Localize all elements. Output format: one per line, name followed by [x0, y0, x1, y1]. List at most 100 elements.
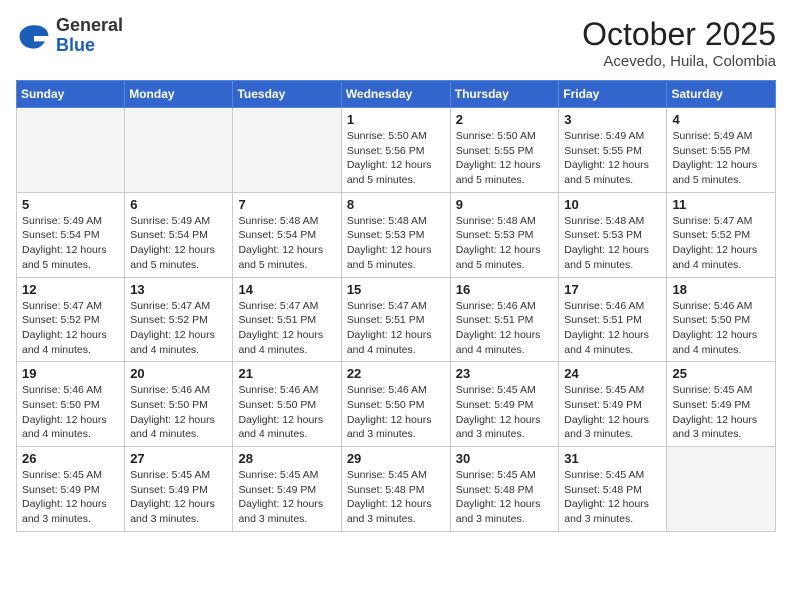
- day-number: 29: [347, 451, 445, 466]
- calendar-body: 1 Sunrise: 5:50 AM Sunset: 5:56 PM Daylig…: [17, 108, 776, 532]
- day-info: Sunrise: 5:48 AM Sunset: 5:53 PM Dayligh…: [347, 214, 445, 273]
- day-info: Sunrise: 5:46 AM Sunset: 5:51 PM Dayligh…: [456, 299, 554, 358]
- day-number: 5: [22, 197, 119, 212]
- day-cell: 14 Sunrise: 5:47 AM Sunset: 5:51 PM Dayli…: [233, 277, 341, 362]
- logo-general-text: General: [56, 16, 123, 36]
- day-info: Sunrise: 5:45 AM Sunset: 5:49 PM Dayligh…: [130, 468, 227, 527]
- day-cell: 11Sunrise: 5:47 AM Sunset: 5:52 PM Dayli…: [667, 192, 776, 277]
- day-info: Sunrise: 5:45 AM Sunset: 5:48 PM Dayligh…: [347, 468, 445, 527]
- day-number: 1: [347, 112, 445, 127]
- calendar-table: SundayMondayTuesdayWednesdayThursdayFrid…: [16, 80, 776, 532]
- day-cell: [125, 108, 233, 193]
- day-cell: 3 Sunrise: 5:49 AM Sunset: 5:55 PM Daylig…: [559, 108, 667, 193]
- day-info: Sunrise: 5:47 AM Sunset: 5:51 PM Dayligh…: [238, 299, 335, 358]
- week-row-3: 12 Sunrise: 5:47 AM Sunset: 5:52 PM Dayli…: [17, 277, 776, 362]
- day-info: Sunrise: 5:46 AM Sunset: 5:50 PM Dayligh…: [672, 299, 770, 358]
- day-info: Sunrise: 5:45 AM Sunset: 5:49 PM Dayligh…: [238, 468, 335, 527]
- day-info: Sunrise: 5:49 AM Sunset: 5:54 PM Dayligh…: [130, 214, 227, 273]
- day-number: 28: [238, 451, 335, 466]
- day-number: 3: [564, 112, 661, 127]
- day-number: 19: [22, 366, 119, 381]
- day-cell: 31Sunrise: 5:45 AM Sunset: 5:48 PM Dayli…: [559, 447, 667, 532]
- day-number: 12: [22, 282, 119, 297]
- day-cell: 20 Sunrise: 5:46 AM Sunset: 5:50 PM Dayli…: [125, 362, 233, 447]
- day-cell: 4Sunrise: 5:49 AM Sunset: 5:55 PM Daylig…: [667, 108, 776, 193]
- day-cell: 25Sunrise: 5:45 AM Sunset: 5:49 PM Dayli…: [667, 362, 776, 447]
- day-cell: 9Sunrise: 5:48 AM Sunset: 5:53 PM Daylig…: [450, 192, 559, 277]
- day-number: 7: [238, 197, 335, 212]
- day-number: 22: [347, 366, 445, 381]
- day-number: 27: [130, 451, 227, 466]
- day-number: 21: [238, 366, 335, 381]
- day-cell: 5 Sunrise: 5:49 AM Sunset: 5:54 PM Daylig…: [17, 192, 125, 277]
- calendar-header: SundayMondayTuesdayWednesdayThursdayFrid…: [17, 81, 776, 108]
- day-number: 10: [564, 197, 661, 212]
- day-info: Sunrise: 5:46 AM Sunset: 5:50 PM Dayligh…: [238, 383, 335, 442]
- day-info: Sunrise: 5:48 AM Sunset: 5:53 PM Dayligh…: [456, 214, 554, 273]
- day-info: Sunrise: 5:45 AM Sunset: 5:49 PM Dayligh…: [22, 468, 119, 527]
- day-info: Sunrise: 5:45 AM Sunset: 5:49 PM Dayligh…: [564, 383, 661, 442]
- day-cell: 24 Sunrise: 5:45 AM Sunset: 5:49 PM Dayli…: [559, 362, 667, 447]
- day-number: 6: [130, 197, 227, 212]
- logo-blue-text: Blue: [56, 36, 123, 56]
- day-info: Sunrise: 5:48 AM Sunset: 5:53 PM Dayligh…: [564, 214, 661, 273]
- week-row-1: 1 Sunrise: 5:50 AM Sunset: 5:56 PM Daylig…: [17, 108, 776, 193]
- day-info: Sunrise: 5:46 AM Sunset: 5:51 PM Dayligh…: [564, 299, 661, 358]
- day-info: Sunrise: 5:47 AM Sunset: 5:51 PM Dayligh…: [347, 299, 445, 358]
- day-info: Sunrise: 5:45 AM Sunset: 5:48 PM Dayligh…: [564, 468, 661, 527]
- week-row-4: 19 Sunrise: 5:46 AM Sunset: 5:50 PM Dayli…: [17, 362, 776, 447]
- day-cell: 30 Sunrise: 5:45 AM Sunset: 5:48 PM Dayli…: [450, 447, 559, 532]
- day-info: Sunrise: 5:46 AM Sunset: 5:50 PM Dayligh…: [22, 383, 119, 442]
- day-cell: [233, 108, 341, 193]
- day-number: 17: [564, 282, 661, 297]
- header-monday: Monday: [125, 81, 233, 108]
- day-cell: 17 Sunrise: 5:46 AM Sunset: 5:51 PM Dayli…: [559, 277, 667, 362]
- header-sunday: Sunday: [17, 81, 125, 108]
- day-cell: [17, 108, 125, 193]
- header-wednesday: Wednesday: [341, 81, 450, 108]
- day-cell: 23 Sunrise: 5:45 AM Sunset: 5:49 PM Dayli…: [450, 362, 559, 447]
- day-info: Sunrise: 5:45 AM Sunset: 5:49 PM Dayligh…: [456, 383, 554, 442]
- day-cell: 18Sunrise: 5:46 AM Sunset: 5:50 PM Dayli…: [667, 277, 776, 362]
- day-number: 30: [456, 451, 554, 466]
- title-section: October 2025 Acevedo, Huila, Colombia: [582, 16, 776, 70]
- day-cell: 13 Sunrise: 5:47 AM Sunset: 5:52 PM Dayli…: [125, 277, 233, 362]
- day-info: Sunrise: 5:48 AM Sunset: 5:54 PM Dayligh…: [238, 214, 335, 273]
- day-cell: 27 Sunrise: 5:45 AM Sunset: 5:49 PM Dayli…: [125, 447, 233, 532]
- day-number: 8: [347, 197, 445, 212]
- day-cell: 2 Sunrise: 5:50 AM Sunset: 5:55 PM Daylig…: [450, 108, 559, 193]
- day-number: 14: [238, 282, 335, 297]
- day-number: 15: [347, 282, 445, 297]
- day-number: 2: [456, 112, 554, 127]
- day-info: Sunrise: 5:47 AM Sunset: 5:52 PM Dayligh…: [130, 299, 227, 358]
- day-info: Sunrise: 5:49 AM Sunset: 5:54 PM Dayligh…: [22, 214, 119, 273]
- logo-icon: [16, 18, 52, 54]
- day-info: Sunrise: 5:47 AM Sunset: 5:52 PM Dayligh…: [22, 299, 119, 358]
- week-row-2: 5 Sunrise: 5:49 AM Sunset: 5:54 PM Daylig…: [17, 192, 776, 277]
- day-number: 23: [456, 366, 554, 381]
- day-cell: 7 Sunrise: 5:48 AM Sunset: 5:54 PM Daylig…: [233, 192, 341, 277]
- day-info: Sunrise: 5:50 AM Sunset: 5:56 PM Dayligh…: [347, 129, 445, 188]
- week-row-5: 26Sunrise: 5:45 AM Sunset: 5:49 PM Dayli…: [17, 447, 776, 532]
- day-cell: 15 Sunrise: 5:47 AM Sunset: 5:51 PM Dayli…: [341, 277, 450, 362]
- header-tuesday: Tuesday: [233, 81, 341, 108]
- day-cell: 10 Sunrise: 5:48 AM Sunset: 5:53 PM Dayli…: [559, 192, 667, 277]
- day-cell: 16Sunrise: 5:46 AM Sunset: 5:51 PM Dayli…: [450, 277, 559, 362]
- day-cell: 28 Sunrise: 5:45 AM Sunset: 5:49 PM Dayli…: [233, 447, 341, 532]
- location-title: Acevedo, Huila, Colombia: [582, 53, 776, 70]
- day-info: Sunrise: 5:46 AM Sunset: 5:50 PM Dayligh…: [347, 383, 445, 442]
- day-info: Sunrise: 5:46 AM Sunset: 5:50 PM Dayligh…: [130, 383, 227, 442]
- day-number: 20: [130, 366, 227, 381]
- day-number: 24: [564, 366, 661, 381]
- month-title: October 2025: [582, 16, 776, 53]
- day-info: Sunrise: 5:49 AM Sunset: 5:55 PM Dayligh…: [564, 129, 661, 188]
- day-cell: 21 Sunrise: 5:46 AM Sunset: 5:50 PM Dayli…: [233, 362, 341, 447]
- day-number: 4: [672, 112, 770, 127]
- day-cell: 22 Sunrise: 5:46 AM Sunset: 5:50 PM Dayli…: [341, 362, 450, 447]
- day-info: Sunrise: 5:45 AM Sunset: 5:48 PM Dayligh…: [456, 468, 554, 527]
- day-cell: 1 Sunrise: 5:50 AM Sunset: 5:56 PM Daylig…: [341, 108, 450, 193]
- day-number: 13: [130, 282, 227, 297]
- day-cell: 8 Sunrise: 5:48 AM Sunset: 5:53 PM Daylig…: [341, 192, 450, 277]
- day-cell: 12 Sunrise: 5:47 AM Sunset: 5:52 PM Dayli…: [17, 277, 125, 362]
- day-info: Sunrise: 5:50 AM Sunset: 5:55 PM Dayligh…: [456, 129, 554, 188]
